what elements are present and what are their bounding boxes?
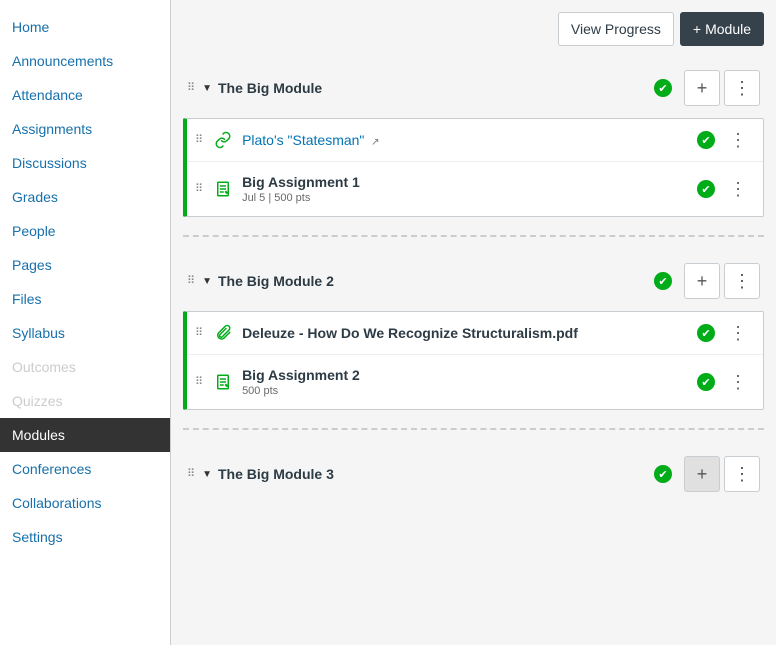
module-title: The Big Module 2 xyxy=(218,273,654,289)
sidebar-item-quizzes[interactable]: Quizzes xyxy=(0,384,170,418)
assignment-icon xyxy=(214,180,232,198)
module-title: The Big Module 3 xyxy=(218,466,654,482)
course-nav: HomeAnnouncementsAttendanceAssignmentsDi… xyxy=(0,0,170,645)
published-check-icon: ✔ xyxy=(654,79,672,97)
add-module-label: Module xyxy=(705,21,751,37)
item-title[interactable]: Big Assignment 2 xyxy=(242,367,697,383)
add-item-button[interactable]: + xyxy=(684,70,720,106)
module-item[interactable]: ⠿ Plato's "Statesman" ↗✔ ⋮ xyxy=(187,119,763,162)
module-header: ⠿ ▼ The Big Module 2✔ +⋮ xyxy=(183,253,764,311)
sidebar-item-grades[interactable]: Grades xyxy=(0,180,170,214)
sidebar-item-conferences[interactable]: Conferences xyxy=(0,452,170,486)
link-icon xyxy=(214,131,232,149)
item-body: Deleuze - How Do We Recognize Structural… xyxy=(242,325,697,341)
view-progress-button[interactable]: View Progress xyxy=(558,12,674,46)
sidebar-item-assignments[interactable]: Assignments xyxy=(0,112,170,146)
module-items: ⠿ Deleuze - How Do We Recognize Structura… xyxy=(183,311,764,410)
item-meta: 500 pts xyxy=(242,385,697,397)
item-meta: Jul 5 | 500 pts xyxy=(242,192,697,204)
published-check-icon: ✔ xyxy=(697,131,715,149)
top-actions: View Progress + Module xyxy=(183,12,764,46)
sidebar-item-modules[interactable]: Modules xyxy=(0,418,170,452)
drag-handle-icon[interactable]: ⠿ xyxy=(195,136,204,145)
collapse-caret-icon[interactable]: ▼ xyxy=(202,83,212,94)
sidebar-item-pages[interactable]: Pages xyxy=(0,248,170,282)
published-check-icon: ✔ xyxy=(697,373,715,391)
item-body: Big Assignment 1 Jul 5 | 500 pts xyxy=(242,174,697,204)
published-check-icon: ✔ xyxy=(654,272,672,290)
collapse-caret-icon[interactable]: ▼ xyxy=(202,469,212,480)
drag-handle-icon[interactable]: ⠿ xyxy=(187,470,196,479)
module-item[interactable]: ⠿ Big Assignment 1 Jul 5 | 500 pts✔ ⋮ xyxy=(187,162,763,216)
module-options-button[interactable]: ⋮ xyxy=(724,70,760,106)
module-items: ⠿Plato's "Statesman" ↗✔⋮⠿Big Assignment … xyxy=(183,118,764,217)
item-title[interactable]: Deleuze - How Do We Recognize Structural… xyxy=(242,325,697,341)
published-check-icon: ✔ xyxy=(654,465,672,483)
published-check-icon: ✔ xyxy=(697,324,715,342)
sidebar-item-collaborations[interactable]: Collaborations xyxy=(0,486,170,520)
add-item-button[interactable]: + xyxy=(684,263,720,299)
sidebar-item-syllabus[interactable]: Syllabus xyxy=(0,316,170,350)
item-body: Big Assignment 2 500 pts xyxy=(242,367,697,397)
modules-main: View Progress + Module ⠿▼The Big Module✔… xyxy=(170,0,776,645)
drag-handle-icon[interactable]: ⠿ xyxy=(187,277,196,286)
add-item-button[interactable]: + xyxy=(684,456,720,492)
module: ⠿▼The Big Module 2✔+⋮⠿Deleuze - How Do W… xyxy=(183,235,764,410)
external-icon: ↗ xyxy=(368,137,379,148)
module-header: ⠿ ▼ The Big Module✔ +⋮ xyxy=(183,60,764,118)
item-options-button[interactable]: ⋮ xyxy=(725,131,751,149)
item-options-button[interactable]: ⋮ xyxy=(725,180,751,198)
drag-handle-icon[interactable]: ⠿ xyxy=(195,329,204,338)
module-options-button[interactable]: ⋮ xyxy=(724,263,760,299)
sidebar-item-attendance[interactable]: Attendance xyxy=(0,78,170,112)
module-item[interactable]: ⠿ Big Assignment 2 500 pts✔ ⋮ xyxy=(187,355,763,409)
sidebar-item-outcomes[interactable]: Outcomes xyxy=(0,350,170,384)
item-options-button[interactable]: ⋮ xyxy=(725,324,751,342)
module-title: The Big Module xyxy=(218,80,654,96)
module-item[interactable]: ⠿ Deleuze - How Do We Recognize Structura… xyxy=(187,312,763,355)
item-title[interactable]: Big Assignment 1 xyxy=(242,174,697,190)
drag-handle-icon[interactable]: ⠿ xyxy=(195,378,204,387)
item-body: Plato's "Statesman" ↗ xyxy=(242,132,697,148)
add-module-button[interactable]: + Module xyxy=(680,12,764,46)
sidebar-item-files[interactable]: Files xyxy=(0,282,170,316)
module: ⠿ ▼ The Big Module 3✔ +⋮ xyxy=(183,428,764,604)
module-header: ⠿ ▼ The Big Module 3✔ +⋮ xyxy=(183,446,764,504)
drag-handle-icon[interactable]: ⠿ xyxy=(187,84,196,93)
plus-icon: + xyxy=(693,21,701,37)
collapse-caret-icon[interactable]: ▼ xyxy=(202,276,212,287)
module: ⠿▼The Big Module✔+⋮⠿Plato's "Statesman" … xyxy=(183,60,764,217)
item-title[interactable]: Plato's "Statesman" ↗ xyxy=(242,132,697,148)
item-options-button[interactable]: ⋮ xyxy=(725,373,751,391)
sidebar-item-announcements[interactable]: Announcements xyxy=(0,44,170,78)
sidebar-item-discussions[interactable]: Discussions xyxy=(0,146,170,180)
attachment-icon xyxy=(214,324,232,342)
sidebar-item-people[interactable]: People xyxy=(0,214,170,248)
sidebar-item-home[interactable]: Home xyxy=(0,10,170,44)
sidebar-item-settings[interactable]: Settings xyxy=(0,520,170,554)
drag-handle-icon[interactable]: ⠿ xyxy=(195,185,204,194)
assignment-icon xyxy=(214,373,232,391)
module-options-button[interactable]: ⋮ xyxy=(724,456,760,492)
published-check-icon: ✔ xyxy=(697,180,715,198)
